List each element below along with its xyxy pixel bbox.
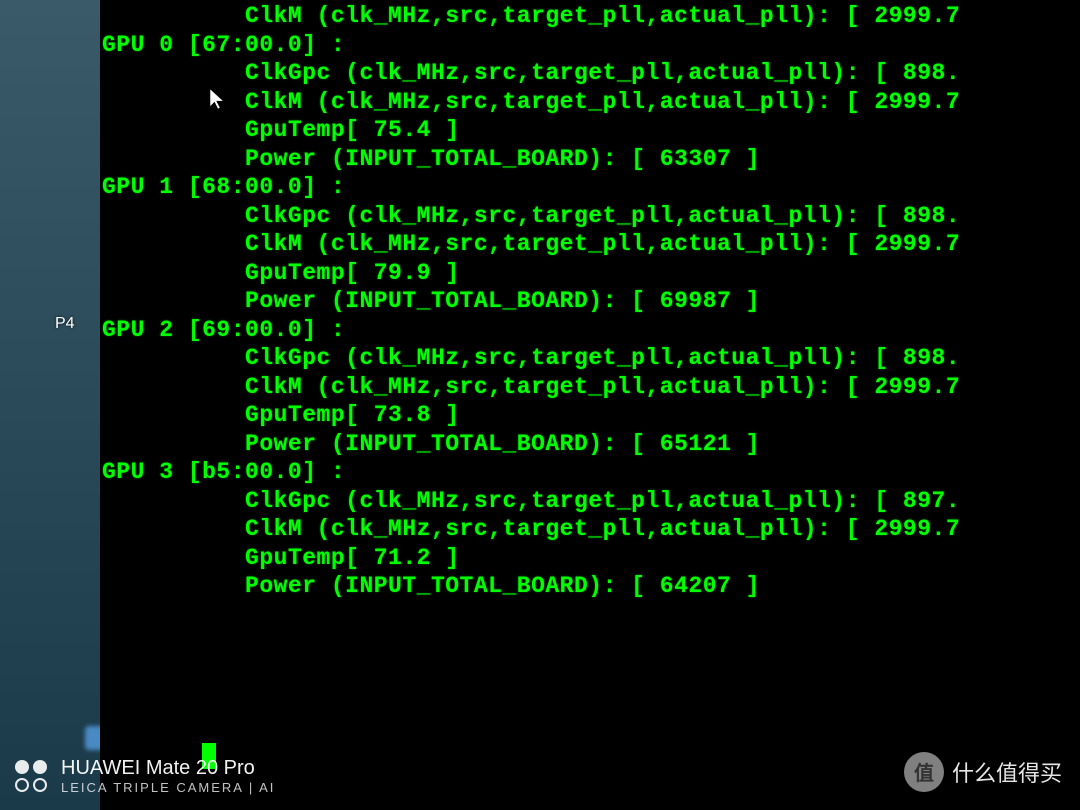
terminal-line: GpuTemp[ 73.8 ]: [102, 401, 1080, 430]
phone-model: HUAWEI Mate 20 Pro: [61, 757, 275, 780]
terminal-line: ClkM (clk_MHz,src,target_pll,actual_pll)…: [102, 2, 1080, 31]
terminal-line: GPU 3 [b5:00.0] :: [102, 458, 1080, 487]
terminal-window[interactable]: ClkM (clk_MHz,src,target_pll,actual_pll)…: [100, 0, 1080, 810]
terminal-line: ClkM (clk_MHz,src,target_pll,actual_pll)…: [102, 88, 1080, 117]
terminal-line: ClkGpc (clk_MHz,src,target_pll,actual_pl…: [102, 202, 1080, 231]
terminal-line: Power (INPUT_TOTAL_BOARD): [ 64207 ]: [102, 572, 1080, 601]
terminal-output: ClkM (clk_MHz,src,target_pll,actual_pll)…: [102, 2, 1080, 601]
terminal-line: ClkM (clk_MHz,src,target_pll,actual_pll)…: [102, 373, 1080, 402]
desktop-icon-label: P4: [55, 315, 75, 333]
terminal-line: ClkGpc (clk_MHz,src,target_pll,actual_pl…: [102, 59, 1080, 88]
huawei-dots-icon: [15, 760, 47, 792]
mouse-cursor-icon: [210, 88, 228, 112]
terminal-line: Power (INPUT_TOTAL_BOARD): [ 69987 ]: [102, 287, 1080, 316]
photo-watermark-right: 值 什么值得买: [904, 752, 1062, 792]
terminal-line: Power (INPUT_TOTAL_BOARD): [ 65121 ]: [102, 430, 1080, 459]
terminal-line: ClkM (clk_MHz,src,target_pll,actual_pll)…: [102, 230, 1080, 259]
terminal-line: GPU 0 [67:00.0] :: [102, 31, 1080, 60]
terminal-line: ClkGpc (clk_MHz,src,target_pll,actual_pl…: [102, 344, 1080, 373]
terminal-line: ClkM (clk_MHz,src,target_pll,actual_pll)…: [102, 515, 1080, 544]
terminal-line: GpuTemp[ 79.9 ]: [102, 259, 1080, 288]
terminal-line: GPU 1 [68:00.0] :: [102, 173, 1080, 202]
terminal-line: Power (INPUT_TOTAL_BOARD): [ 63307 ]: [102, 145, 1080, 174]
desktop-background: [0, 0, 100, 810]
terminal-line: GPU 2 [69:00.0] :: [102, 316, 1080, 345]
terminal-line: ClkGpc (clk_MHz,src,target_pll,actual_pl…: [102, 487, 1080, 516]
site-name: 什么值得买: [952, 756, 1062, 788]
smzdm-badge-icon: 值: [904, 752, 944, 792]
terminal-line: GpuTemp[ 71.2 ]: [102, 544, 1080, 573]
camera-label: LEICA TRIPLE CAMERA | AI: [61, 780, 275, 795]
terminal-line: GpuTemp[ 75.4 ]: [102, 116, 1080, 145]
photo-watermark-left: HUAWEI Mate 20 Pro LEICA TRIPLE CAMERA |…: [15, 757, 275, 795]
